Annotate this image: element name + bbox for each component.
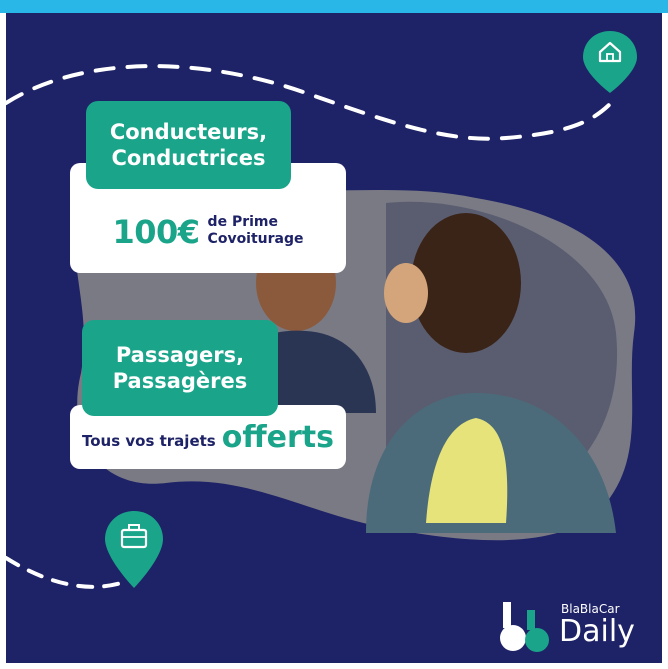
poster: 100€ de Prime Covoiturage Conducteurs, C… [6,13,662,663]
brand-logo: BlaBlaCar Daily [499,598,649,658]
blablacar-logo-icon [500,602,549,652]
prime-label: de Prime Covoiturage [208,214,304,248]
prime-line2: Covoiturage [207,231,304,247]
brand-big-text: Daily [559,614,635,649]
driver-label: Conducteurs, Conductrices [86,101,291,189]
prime-line1: de Prime [207,214,278,230]
route-path-bottom [6,556,123,589]
person-woman-head [411,213,521,353]
passenger-label: Passagers, Passagères [82,320,278,416]
trips-text: Tous vos trajets [82,432,216,450]
prime-amount: 100€ [112,213,200,251]
home-pin-icon [583,31,637,93]
offerts-text: offerts [221,419,334,455]
passenger-label-line2: Passagères [112,369,248,393]
briefcase-pin-icon [105,511,163,588]
passenger-label-line1: Passagers, [115,343,245,367]
person-back-head [384,263,428,323]
driver-label-line1: Conducteurs, [109,120,268,144]
top-bar [0,0,668,13]
driver-label-line2: Conductrices [111,146,266,170]
